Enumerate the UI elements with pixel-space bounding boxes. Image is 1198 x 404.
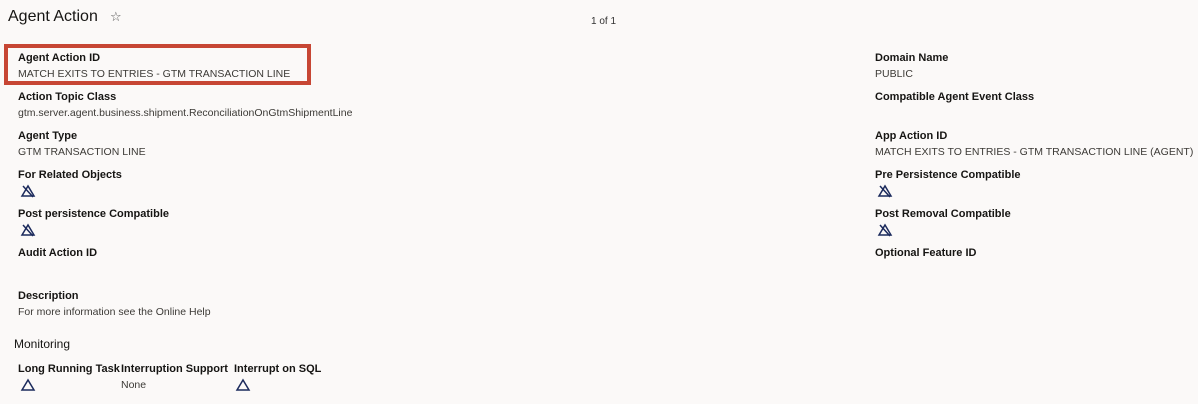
app-action-id-label: App Action ID [875, 130, 948, 142]
pre-persistence-compatible-label: Pre Persistence Compatible [875, 169, 1021, 181]
monitoring-section-title: Monitoring [14, 337, 71, 351]
triangle-icon [20, 378, 36, 392]
page-title: Agent Action [8, 8, 98, 25]
interruption-support-value: None [121, 379, 147, 391]
long-running-task-label: Long Running Task [18, 363, 120, 375]
pager-indicator: 1 of 1 [591, 16, 617, 27]
unchecked-icon [877, 223, 893, 237]
agent-action-id-value: MATCH EXITS TO ENTRIES - GTM TRANSACTION… [18, 68, 291, 80]
post-removal-compatible-label: Post Removal Compatible [875, 208, 1011, 220]
interruption-support-label: Interruption Support [121, 363, 228, 375]
description-value: For more information see the Online Help [18, 306, 211, 318]
action-topic-class-value: gtm.server.agent.business.shipment.Recon… [18, 107, 353, 119]
favorite-star-icon[interactable]: ☆ [110, 9, 122, 25]
audit-action-id-label: Audit Action ID [18, 247, 98, 259]
triangle-icon [235, 378, 251, 392]
unchecked-icon [877, 184, 893, 198]
action-topic-class-label: Action Topic Class [18, 91, 117, 103]
interrupt-on-sql-label: Interrupt on SQL [234, 363, 322, 375]
for-related-objects-label: For Related Objects [18, 169, 122, 181]
domain-name-value: PUBLIC [875, 68, 913, 80]
app-action-id-value: MATCH EXITS TO ENTRIES - GTM TRANSACTION… [875, 146, 1194, 158]
domain-name-label: Domain Name [875, 52, 949, 64]
description-label: Description [18, 290, 79, 302]
agent-type-value: GTM TRANSACTION LINE [18, 146, 146, 158]
optional-feature-id-label: Optional Feature ID [875, 247, 977, 259]
agent-type-label: Agent Type [18, 130, 78, 142]
compatible-agent-event-class-label: Compatible Agent Event Class [875, 91, 1035, 103]
agent-action-id-label: Agent Action ID [18, 52, 101, 64]
post-persistence-compatible-label: Post persistence Compatible [18, 208, 169, 220]
unchecked-icon [20, 184, 36, 198]
unchecked-icon [20, 223, 36, 237]
